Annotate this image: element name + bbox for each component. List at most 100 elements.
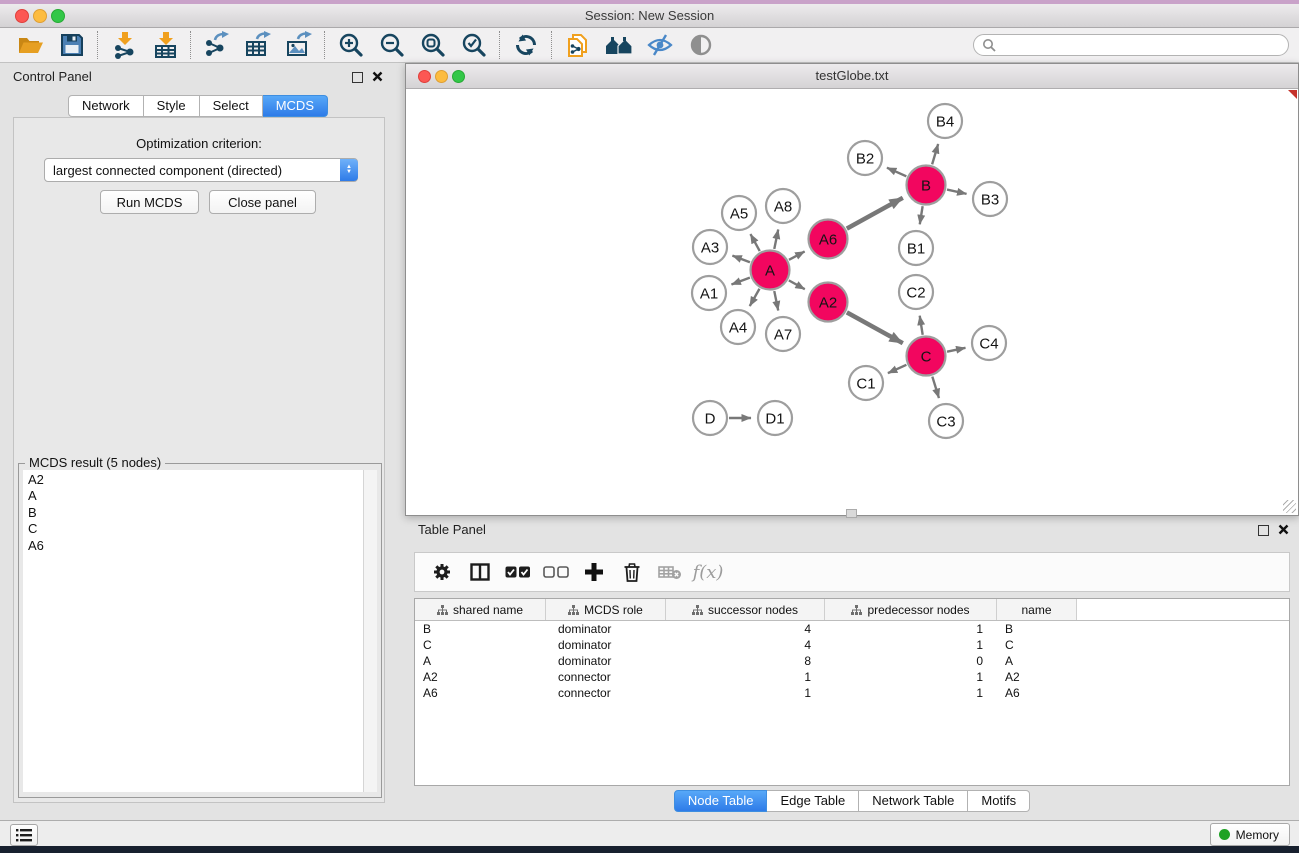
table-cell[interactable]: B xyxy=(997,622,1077,636)
graph-edge-C-C3[interactable] xyxy=(932,377,939,399)
graph-edge-A-A2[interactable] xyxy=(789,280,805,289)
result-list-item[interactable]: C xyxy=(28,521,363,537)
table-cell[interactable]: 1 xyxy=(825,622,997,636)
table-cell[interactable]: dominator xyxy=(546,638,666,652)
table-cell[interactable]: A6 xyxy=(997,686,1077,700)
import-network-button[interactable] xyxy=(103,30,144,60)
table-cell[interactable]: 4 xyxy=(666,622,825,636)
import-table-button[interactable] xyxy=(144,30,185,60)
graph-edge-A-A6[interactable] xyxy=(789,251,805,259)
home-button[interactable] xyxy=(598,30,639,60)
tab-node-table[interactable]: Node Table xyxy=(674,790,768,812)
show-column-panel-button[interactable] xyxy=(461,556,499,588)
delete-table-button[interactable] xyxy=(651,556,689,588)
tab-select[interactable]: Select xyxy=(200,95,263,117)
result-list-item[interactable]: A xyxy=(28,488,363,504)
table-cell[interactable]: 1 xyxy=(825,670,997,684)
table-cell[interactable]: 4 xyxy=(666,638,825,652)
close-panel-icon[interactable] xyxy=(1278,524,1289,535)
zoom-in-button[interactable] xyxy=(330,30,371,60)
table-cell[interactable]: 8 xyxy=(666,654,825,668)
minimize-view-button[interactable] xyxy=(435,70,448,83)
table-cell[interactable]: C xyxy=(415,638,546,652)
table-row[interactable]: Adominator80A xyxy=(415,653,1289,669)
deselect-all-columns-button[interactable] xyxy=(537,556,575,588)
zoom-selected-button[interactable] xyxy=(453,30,494,60)
graph-edge-B-B1[interactable] xyxy=(920,206,923,224)
run-mcds-button[interactable]: Run MCDS xyxy=(100,190,199,214)
minimize-window-button[interactable] xyxy=(33,9,47,23)
graph-edge-A-A5[interactable] xyxy=(750,234,759,251)
tab-edge-table[interactable]: Edge Table xyxy=(767,790,859,812)
graph-edge-C-C1[interactable] xyxy=(888,365,907,373)
table-cell[interactable]: A2 xyxy=(415,670,546,684)
search-field[interactable] xyxy=(973,34,1289,56)
export-network-button[interactable] xyxy=(196,30,237,60)
table-row[interactable]: A6connector11A6 xyxy=(415,685,1289,701)
close-panel-button[interactable]: Close panel xyxy=(209,190,316,214)
result-list-item[interactable]: B xyxy=(28,505,363,521)
tab-network[interactable]: Network xyxy=(68,95,144,117)
table-cell[interactable]: 1 xyxy=(666,686,825,700)
tab-motifs[interactable]: Motifs xyxy=(968,790,1030,812)
table-cell[interactable]: dominator xyxy=(546,654,666,668)
hide-selected-button[interactable] xyxy=(639,30,680,60)
table-cell[interactable]: 0 xyxy=(825,654,997,668)
table-cell[interactable]: 1 xyxy=(825,686,997,700)
column-header-name[interactable]: name xyxy=(997,599,1077,620)
zoom-window-button[interactable] xyxy=(51,9,65,23)
task-history-button[interactable] xyxy=(10,824,38,846)
table-cell[interactable]: A2 xyxy=(997,670,1077,684)
table-cell[interactable]: connector xyxy=(546,670,666,684)
graph-edge-A6-B[interactable] xyxy=(847,198,903,229)
search-input[interactable] xyxy=(996,37,1280,53)
result-list-item[interactable]: A6 xyxy=(28,538,363,554)
close-view-button[interactable] xyxy=(418,70,431,83)
table-cell[interactable]: A xyxy=(997,654,1077,668)
graph-edge-C-C4[interactable] xyxy=(947,348,965,352)
tab-style[interactable]: Style xyxy=(144,95,200,117)
graph-edge-A-A8[interactable] xyxy=(774,230,778,249)
save-session-button[interactable] xyxy=(51,30,92,60)
zoom-out-button[interactable] xyxy=(371,30,412,60)
graph-edge-B-B4[interactable] xyxy=(932,144,938,164)
delete-column-button[interactable] xyxy=(613,556,651,588)
select-all-columns-button[interactable] xyxy=(499,556,537,588)
graph-edge-B-B2[interactable] xyxy=(887,168,906,177)
graph-edge-A2-C[interactable] xyxy=(847,312,903,343)
table-cell[interactable]: 1 xyxy=(666,670,825,684)
tab-mcds[interactable]: MCDS xyxy=(263,95,328,117)
optimization-criterion-dropdown[interactable]: largest connected component (directed) ▲… xyxy=(44,158,358,182)
graph-edge-B-B3[interactable] xyxy=(947,190,967,194)
export-image-button[interactable] xyxy=(278,30,319,60)
graph-edge-A-A7[interactable] xyxy=(774,291,778,310)
column-header-shared-name[interactable]: shared name xyxy=(415,599,546,620)
table-cell[interactable]: C xyxy=(997,638,1077,652)
table-cell[interactable]: dominator xyxy=(546,622,666,636)
table-row[interactable]: Bdominator41B xyxy=(415,621,1289,637)
zoom-view-button[interactable] xyxy=(452,70,465,83)
split-divider-handle[interactable] xyxy=(846,509,857,518)
table-cell[interactable]: connector xyxy=(546,686,666,700)
zoom-fit-button[interactable] xyxy=(412,30,453,60)
table-cell[interactable]: B xyxy=(415,622,546,636)
close-window-button[interactable] xyxy=(15,9,29,23)
refresh-button[interactable] xyxy=(505,30,546,60)
float-panel-button[interactable] xyxy=(352,72,363,83)
network-canvas[interactable]: B4B2BB3A8A5A6A3B1AA1C2A2A4A7C4CC1C3DD1 xyxy=(406,89,1298,515)
table-row[interactable]: Cdominator41C xyxy=(415,637,1289,653)
open-session-button[interactable] xyxy=(10,30,51,60)
tab-network-table[interactable]: Network Table xyxy=(859,790,968,812)
table-cell[interactable]: 1 xyxy=(825,638,997,652)
memory-button[interactable]: Memory xyxy=(1210,823,1290,846)
mcds-result-list[interactable]: A2ABCA6 xyxy=(23,470,364,792)
column-header-MCDS-role[interactable]: MCDS role xyxy=(546,599,666,620)
table-cell[interactable]: A6 xyxy=(415,686,546,700)
table-row[interactable]: A2connector11A2 xyxy=(415,669,1289,685)
table-settings-button[interactable] xyxy=(423,556,461,588)
graph-edge-A-A4[interactable] xyxy=(750,289,760,306)
column-header-predecessor-nodes[interactable]: predecessor nodes xyxy=(825,599,997,620)
close-panel-icon[interactable] xyxy=(372,71,383,82)
birdseye-toggle-icon[interactable] xyxy=(1288,90,1297,99)
result-list-item[interactable]: A2 xyxy=(28,472,363,488)
